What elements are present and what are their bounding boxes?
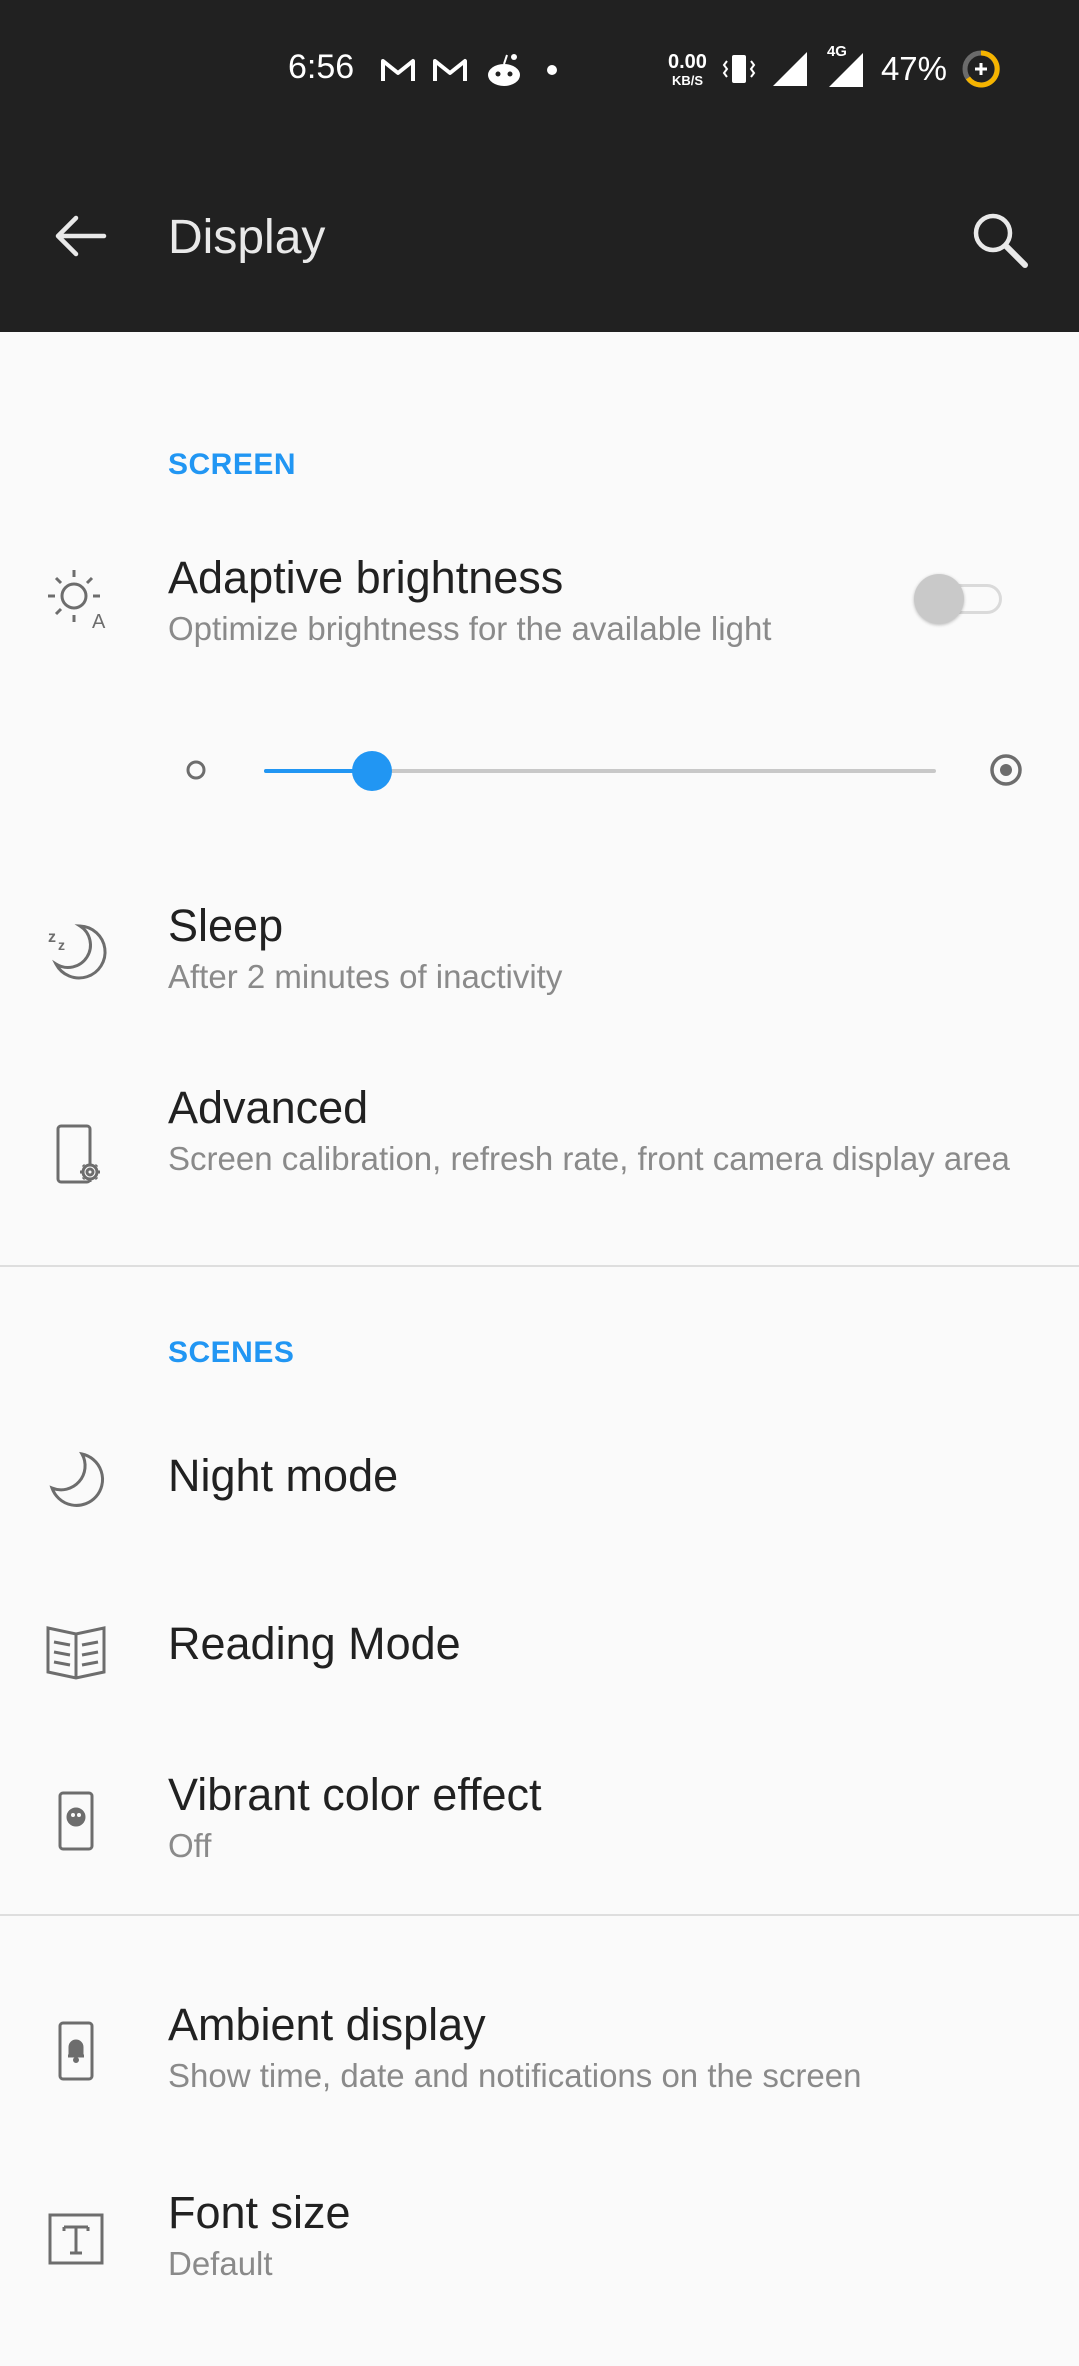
brightness-slider-thumb[interactable] — [351, 751, 392, 791]
search-button[interactable] — [950, 190, 1050, 290]
night-mode-title: Night mode — [168, 1450, 399, 1501]
adaptive-brightness-title: Adaptive brightness — [168, 552, 564, 603]
ambient-bell-icon — [40, 2015, 112, 2087]
signal-4g-icon: 4G — [823, 43, 867, 89]
brightness-slider-track[interactable] — [264, 751, 936, 791]
reading-mode-title: Reading Mode — [168, 1618, 461, 1669]
adaptive-brightness-subtitle: Optimize brightness for the available li… — [168, 610, 772, 647]
advanced-title: Advanced — [168, 1082, 369, 1133]
notification-icons — [380, 50, 564, 90]
svg-text:A: A — [92, 611, 106, 630]
signal-icon — [772, 52, 807, 86]
back-button[interactable] — [30, 196, 130, 276]
phone-settings-icon — [40, 1118, 112, 1190]
brightness-high-icon — [990, 754, 1022, 786]
advanced-subtitle: Screen calibration, refresh rate, front … — [168, 1140, 1010, 1177]
adaptive-brightness-toggle[interactable] — [914, 572, 1006, 624]
app-bar: Display — [0, 140, 1079, 332]
battery-percent: 47% — [880, 50, 947, 87]
ambient-display-title: Ambient display — [168, 1999, 486, 2050]
ambient-display-subtitle: Show time, date and notifications on the… — [168, 2057, 862, 2094]
toggle-thumb — [914, 574, 964, 624]
divider — [0, 1914, 1079, 1916]
sleep-title: Sleep — [168, 900, 284, 951]
page-title: Display — [168, 211, 326, 264]
advanced-item[interactable]: Advanced Screen calibration, refresh rat… — [0, 1060, 1079, 1260]
back-arrow-icon — [55, 215, 107, 257]
vibrant-color-item[interactable]: Vibrant color effect Off — [0, 1745, 1079, 1905]
ambient-display-item[interactable]: Ambient display Show time, date and noti… — [0, 1975, 1079, 2135]
vibrant-color-subtitle: Off — [168, 1827, 212, 1864]
section-header-scenes: SCENES — [168, 1336, 295, 1369]
brightness-auto-icon: A — [40, 562, 112, 634]
vibrate-icon — [722, 55, 756, 83]
font-size-icon — [40, 2203, 112, 2275]
divider — [0, 1265, 1079, 1267]
palette-phone-icon — [40, 1785, 112, 1857]
section-header-screen: SCREEN — [168, 448, 297, 481]
night-mode-item[interactable]: Night mode — [0, 1400, 1079, 1560]
moon-icon — [40, 1444, 112, 1516]
svg-text:z: z — [48, 929, 56, 946]
font-size-title: Font size — [168, 2187, 351, 2238]
battery-saver-icon — [962, 50, 1000, 88]
system-icons: 0.00 KB/S 4G 47% — [668, 43, 1001, 92]
network-speed: 0.00 KB/S — [668, 50, 707, 88]
search-icon — [973, 213, 1028, 268]
sleep-item[interactable]: z z Sleep After 2 minutes of inactivity — [0, 880, 1079, 1030]
dot-icon — [547, 65, 557, 75]
status-bar: 6:56 0.00 KB/S 4G 47% — [0, 0, 1079, 140]
reddit-icon — [488, 54, 520, 86]
sleep-subtitle: After 2 minutes of inactivity — [168, 958, 563, 995]
reading-mode-item[interactable]: Reading Mode — [0, 1570, 1079, 1730]
brightness-low-icon — [186, 760, 206, 780]
gmail-icon — [381, 59, 415, 81]
status-time: 6:56 — [288, 48, 355, 86]
gmail-icon — [433, 59, 467, 81]
svg-text:z: z — [58, 937, 65, 953]
vibrant-color-title: Vibrant color effect — [168, 1769, 542, 1820]
font-size-subtitle: Default — [168, 2245, 273, 2282]
font-size-item[interactable]: Font size Default — [0, 2165, 1079, 2325]
sleep-moon-icon: z z — [40, 916, 112, 988]
book-icon — [40, 1614, 112, 1686]
brightness-slider — [150, 730, 1030, 810]
